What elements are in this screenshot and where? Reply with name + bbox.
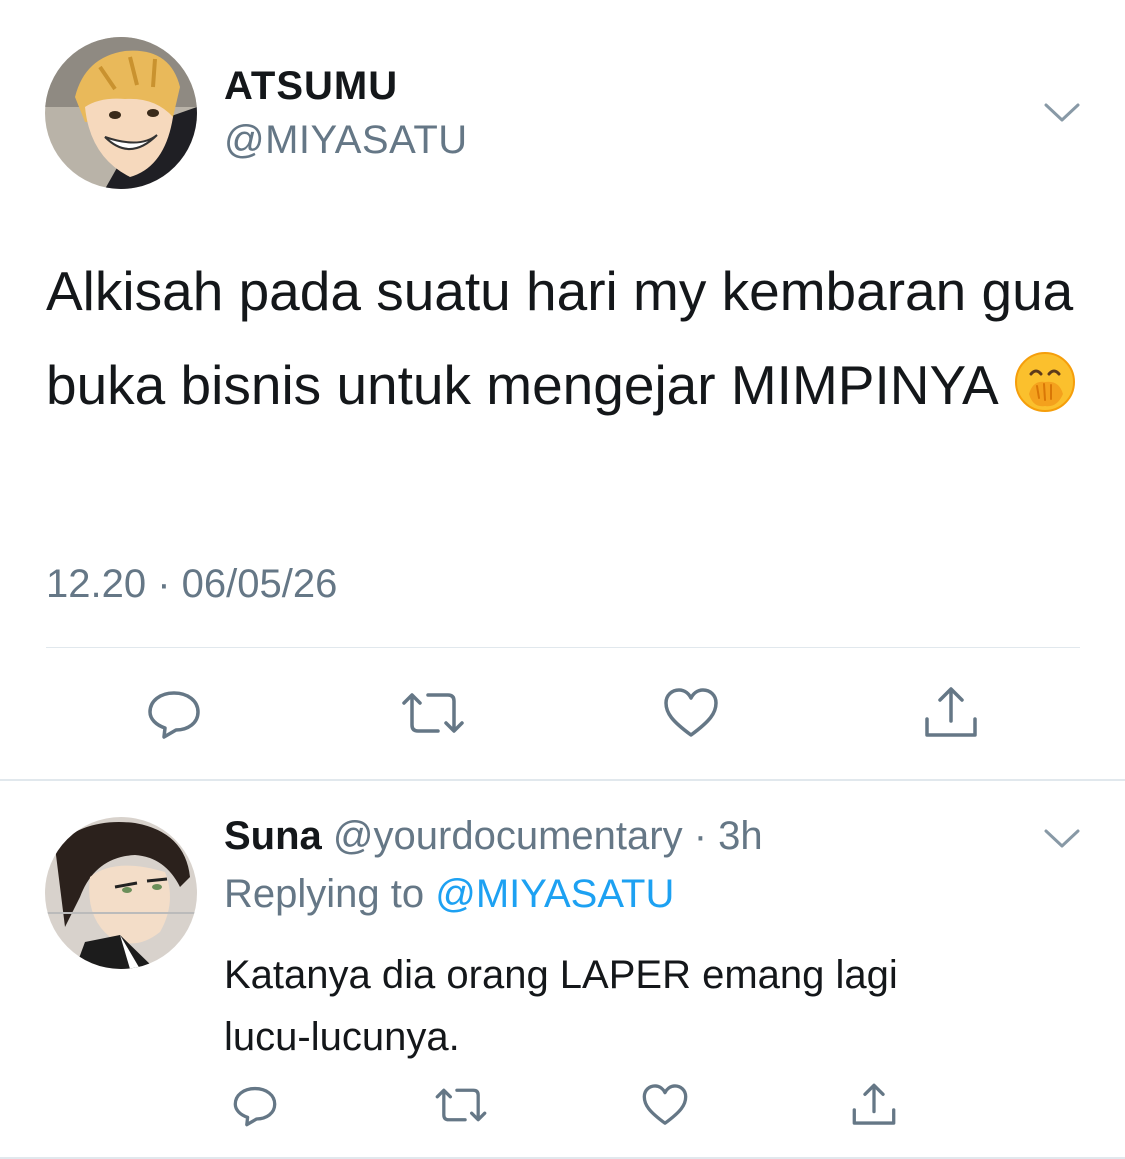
- divider: [0, 779, 1125, 781]
- like-icon[interactable]: [638, 1080, 692, 1130]
- reply-time[interactable]: 3h: [718, 814, 763, 858]
- avatar-atsumu[interactable]: [45, 37, 197, 189]
- share-icon[interactable]: [920, 683, 982, 743]
- replying-prefix: Replying to: [224, 872, 436, 916]
- avatar-suna[interactable]: [45, 817, 197, 969]
- retweet-icon[interactable]: [398, 683, 468, 743]
- replying-to: Replying to @MIYASATU: [224, 872, 674, 917]
- chevron-down-icon[interactable]: [1040, 822, 1084, 856]
- reply-icon[interactable]: [144, 683, 204, 743]
- display-name[interactable]: ATSUMU: [224, 64, 398, 109]
- reply-text-line: Katanya dia orang LAPER emang lagi: [224, 953, 898, 997]
- hand-over-mouth-emoji: [1013, 348, 1077, 412]
- like-icon[interactable]: [660, 683, 722, 743]
- reply-icon[interactable]: [230, 1080, 280, 1130]
- reply-text: Katanya dia orang LAPER emang lagi lucu-l…: [224, 944, 1084, 1068]
- tweet-timestamp[interactable]: 12.20 · 06/05/26: [46, 562, 337, 607]
- reply-handle[interactable]: @yourdocumentary: [333, 814, 683, 858]
- user-handle[interactable]: @MIYASATU: [224, 118, 468, 163]
- reply-display-name[interactable]: Suna: [224, 814, 322, 858]
- tweet-text-content: Alkisah pada suatu hari my kembaran gua …: [46, 260, 1074, 416]
- retweet-icon[interactable]: [432, 1080, 490, 1130]
- replying-to-mention[interactable]: @MIYASATU: [435, 872, 674, 916]
- tweet-text: Alkisah pada suatu hari my kembaran gua …: [46, 244, 1086, 432]
- share-icon[interactable]: [847, 1080, 901, 1130]
- divider: [46, 647, 1080, 648]
- reply-header: Suna @yourdocumentary · 3h: [224, 814, 763, 859]
- chevron-down-icon[interactable]: [1040, 96, 1084, 130]
- reply-text-line: lucu-lucunya.: [224, 1015, 460, 1059]
- separator-dot: ·: [682, 814, 719, 858]
